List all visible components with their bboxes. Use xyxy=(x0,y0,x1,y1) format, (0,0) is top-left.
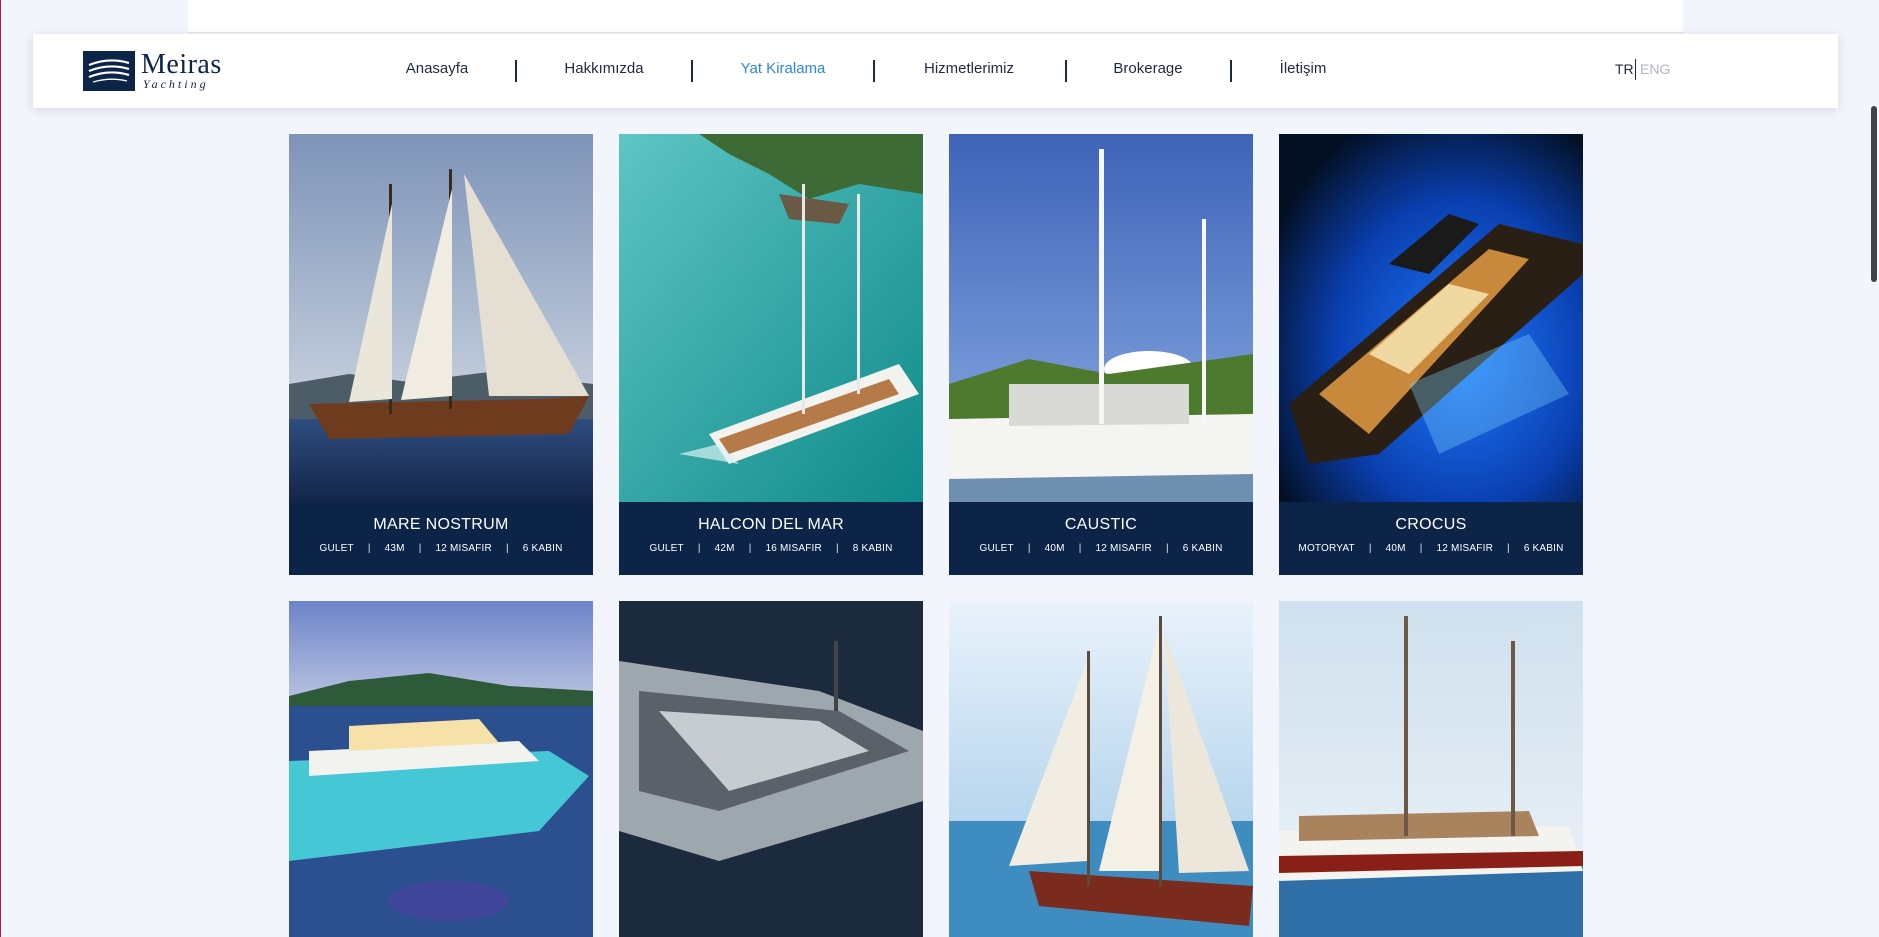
yacht-cabins: 6 KABIN xyxy=(1523,543,1564,554)
yacht-card[interactable] xyxy=(619,601,923,937)
lang-divider xyxy=(1635,59,1636,80)
yacht-type: GULET xyxy=(319,543,354,554)
yacht-photo xyxy=(1279,134,1583,502)
yacht-name: CROCUS xyxy=(1395,516,1467,533)
yacht-photo xyxy=(1279,601,1583,937)
yacht-guests: 12 MISAFIR xyxy=(435,543,492,554)
yacht-specs: MOTORYAT | 40M | 12 MISAFIR | 6 KABIN xyxy=(1298,543,1564,554)
yacht-specs: GULET | 40M | 12 MISAFIR | 6 KABIN xyxy=(979,543,1223,554)
yacht-cabins: 6 KABIN xyxy=(522,543,563,554)
yacht-guests: 12 MISAFIR xyxy=(1436,543,1493,554)
yacht-photo xyxy=(619,134,923,502)
nav-item-hakkimizda[interactable]: Hakkımızda xyxy=(564,60,643,77)
yacht-info: CAUSTIC GULET | 40M | 12 MISAFIR | 6 KABIN xyxy=(949,502,1253,575)
yacht-cabins: 8 KABIN xyxy=(852,543,893,554)
yacht-name: MARE NOSTRUM xyxy=(373,516,509,533)
yacht-length: 40M xyxy=(1385,543,1406,554)
yacht-type: MOTORYAT xyxy=(1298,543,1355,554)
nav-divider xyxy=(1065,60,1067,82)
nav-item-anasayfa[interactable]: Anasayfa xyxy=(406,60,469,77)
yacht-type: GULET xyxy=(979,543,1014,554)
yacht-photo xyxy=(289,601,593,937)
yacht-card[interactable] xyxy=(949,601,1253,937)
yacht-card-caustic[interactable]: CAUSTIC GULET | 40M | 12 MISAFIR | 6 KABIN xyxy=(949,134,1253,575)
main-nav: Anasayfa Hakkımızda Yat Kiralama Hizmetl… xyxy=(33,34,1838,108)
top-panel xyxy=(188,0,1683,33)
lang-eng-link[interactable]: ENG xyxy=(1640,61,1670,77)
site-header: Meiras Yachting Anasayfa Hakkımızda Yat … xyxy=(33,34,1838,108)
yacht-guests: 12 MISAFIR xyxy=(1095,543,1152,554)
yacht-specs: GULET | 43M | 12 MISAFIR | 6 KABIN xyxy=(319,543,563,554)
nav-divider xyxy=(1230,60,1232,82)
yacht-photo xyxy=(289,134,593,502)
yacht-cabins: 6 KABIN xyxy=(1182,543,1223,554)
yacht-info: CROCUS MOTORYAT | 40M | 12 MISAFIR | 6 KABI… xyxy=(1279,502,1583,575)
yacht-card-halcon-del-mar[interactable]: HALCON DEL MAR GULET | 42M | 16 MISAFIR | 8… xyxy=(619,134,923,575)
yacht-card[interactable] xyxy=(1279,601,1583,937)
yacht-length: 43M xyxy=(384,543,405,554)
yacht-specs: GULET | 42M | 16 MISAFIR | 8 KABIN xyxy=(649,543,893,554)
nav-divider xyxy=(873,60,875,82)
nav-item-brokerage[interactable]: Brokerage xyxy=(1113,60,1182,77)
yacht-photo xyxy=(949,134,1253,502)
yacht-info: MARE NOSTRUM GULET | 43M | 12 MISAFIR | 6 K… xyxy=(289,502,593,575)
scrollbar-thumb[interactable] xyxy=(1871,106,1877,282)
nav-divider xyxy=(691,60,693,82)
yacht-card-crocus[interactable]: CROCUS MOTORYAT | 40M | 12 MISAFIR | 6 KABI… xyxy=(1279,134,1583,575)
window-edge xyxy=(0,0,1,937)
yacht-type: GULET xyxy=(649,543,684,554)
lang-tr-link[interactable]: TR xyxy=(1615,61,1634,77)
nav-item-yat-kiralama[interactable]: Yat Kiralama xyxy=(741,60,826,77)
yacht-name: CAUSTIC xyxy=(1064,516,1138,533)
yacht-length: 40M xyxy=(1044,543,1065,554)
nav-item-hizmetlerimiz[interactable]: Hizmetlerimiz xyxy=(924,60,1014,77)
yacht-guests: 16 MISAFIR xyxy=(765,543,822,554)
nav-divider xyxy=(515,60,517,82)
nav-item-iletisim[interactable]: İletişim xyxy=(1280,60,1327,77)
yacht-info: HALCON DEL MAR GULET | 42M | 16 MISAFIR | 8… xyxy=(619,502,923,575)
yacht-name: HALCON DEL MAR xyxy=(698,516,844,533)
yacht-card-mare-nostrum[interactable]: MARE NOSTRUM GULET | 43M | 12 MISAFIR | 6 K… xyxy=(289,134,593,575)
yacht-length: 42M xyxy=(714,543,735,554)
yacht-photo xyxy=(619,601,923,937)
yacht-photo xyxy=(949,601,1253,937)
yacht-card[interactable] xyxy=(289,601,593,937)
